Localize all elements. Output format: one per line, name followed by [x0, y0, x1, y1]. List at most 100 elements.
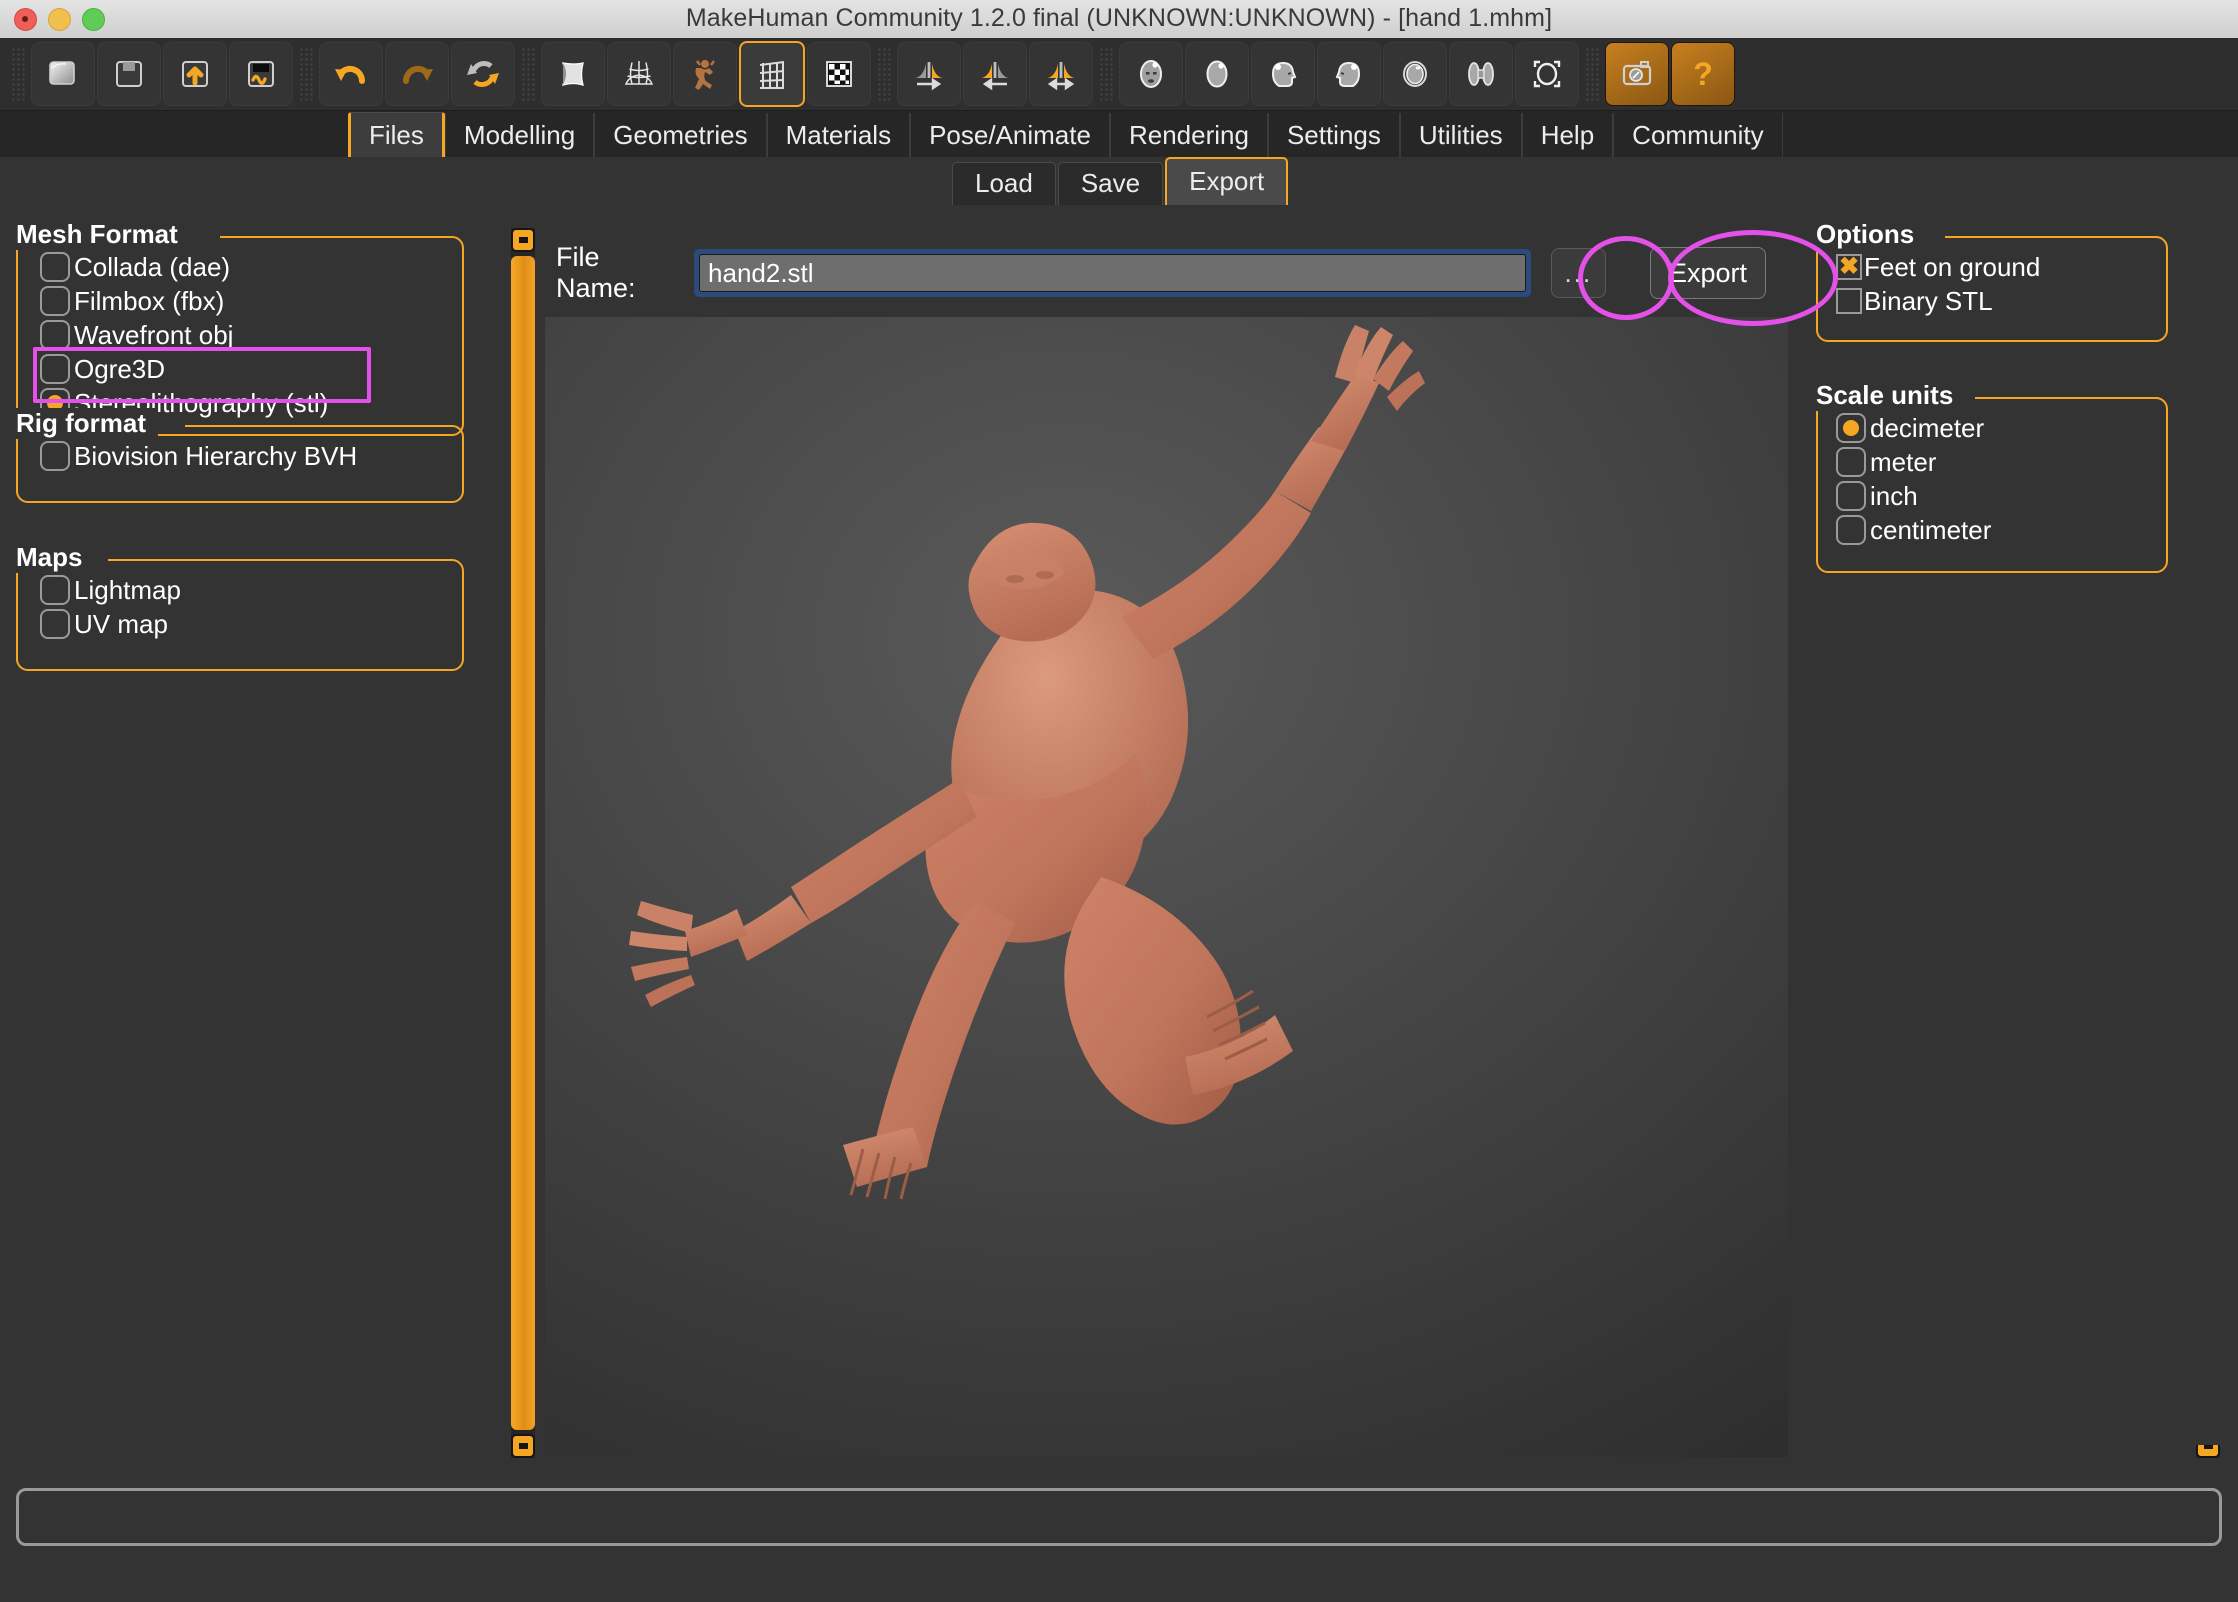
save-as-icon[interactable]: [229, 42, 293, 106]
symmetry-both-icon[interactable]: [1029, 42, 1093, 106]
toolbar-grip[interactable]: [1585, 47, 1599, 101]
right-settings-panel: Options ✖ Feet on ground ✖ Binary STL Sc…: [1800, 205, 2220, 1445]
tab-geometries[interactable]: Geometries: [594, 113, 767, 157]
tab-rendering[interactable]: Rendering: [1109, 113, 1268, 157]
view-side-pair-icon[interactable]: [1449, 42, 1513, 106]
reset-mesh-icon[interactable]: [451, 42, 515, 106]
file-name-input[interactable]: [699, 254, 1526, 292]
grid-icon[interactable]: [739, 41, 805, 107]
symmetry-right-icon[interactable]: [897, 42, 961, 106]
view-back-head-icon[interactable]: [1317, 42, 1381, 106]
view-side-head-icon[interactable]: [1251, 42, 1315, 106]
option-biovision-hierarchy-bvh[interactable]: Biovision Hierarchy BVH: [40, 439, 462, 473]
model-leg-left: [873, 901, 1015, 1167]
radio-icon[interactable]: [40, 354, 70, 384]
tab-pose-animate[interactable]: Pose/Animate: [910, 113, 1110, 157]
wireframe-globe-icon[interactable]: [607, 42, 671, 106]
scroll-up-button[interactable]: [511, 228, 535, 252]
radio-icon[interactable]: [1836, 481, 1866, 511]
radio-icon[interactable]: [40, 575, 70, 605]
model-arm-upper-right: [1121, 491, 1311, 659]
option-feet-on-ground[interactable]: ✖ Feet on ground: [1836, 250, 2166, 284]
view-frame-icon[interactable]: [1515, 42, 1579, 106]
undo-icon[interactable]: [319, 42, 383, 106]
model-forearm-left: [735, 895, 811, 961]
group-title-options: Options: [1816, 219, 1927, 250]
tab-help[interactable]: Help: [1521, 113, 1614, 157]
export-file-row: File Name: ... Export: [556, 242, 1766, 303]
option-label: Lightmap: [74, 574, 181, 605]
subtab-load[interactable]: Load: [952, 162, 1056, 205]
window-title-bar: MakeHuman Community 1.2.0 final (UNKNOWN…: [0, 0, 2238, 39]
tab-files[interactable]: Files: [348, 112, 445, 157]
tab-settings[interactable]: Settings: [1267, 113, 1400, 157]
option-meter[interactable]: meter: [1836, 445, 2166, 479]
radio-icon[interactable]: [1836, 515, 1866, 545]
checker-texture-icon[interactable]: [807, 42, 871, 106]
scrollbar-thumb[interactable]: [511, 256, 535, 1430]
option-wavefront-obj[interactable]: Wavefront obj: [40, 318, 462, 352]
radio-icon[interactable]: [40, 252, 70, 282]
redo-icon[interactable]: [385, 42, 449, 106]
option-centimeter[interactable]: centimeter: [1836, 513, 2166, 547]
export-button[interactable]: Export: [1649, 247, 1766, 299]
browse-button[interactable]: ...: [1550, 248, 1606, 298]
radio-icon[interactable]: [40, 320, 70, 350]
pose-figure-icon[interactable]: [673, 42, 737, 106]
toolbar-grip[interactable]: [521, 47, 535, 101]
smooth-shading-icon[interactable]: [541, 42, 605, 106]
group-box-maps: Lightmap UV map: [16, 557, 464, 671]
3d-model-viewport[interactable]: [545, 317, 1788, 1457]
radio-icon[interactable]: [1836, 413, 1866, 443]
toolbar-grip[interactable]: [11, 47, 25, 101]
toolbar-grip[interactable]: [877, 47, 891, 101]
option-label: UV map: [74, 608, 168, 639]
toolbar-grip[interactable]: [299, 47, 313, 101]
view-top-head-icon[interactable]: [1185, 42, 1249, 106]
option-filmbox-fbx[interactable]: Filmbox (fbx): [40, 284, 462, 318]
new-document-icon[interactable]: [31, 42, 95, 106]
checkbox-icon[interactable]: ✖: [1836, 254, 1862, 280]
option-label: decimeter: [1870, 412, 1985, 443]
option-label: meter: [1870, 446, 1937, 477]
sub-tab-bar[interactable]: Load Save Export: [0, 157, 2238, 205]
option-uv-map[interactable]: UV map: [40, 607, 462, 641]
option-label: inch: [1870, 480, 1918, 511]
checkbox-icon[interactable]: ✖: [1836, 288, 1862, 314]
radio-icon[interactable]: [40, 441, 70, 471]
main-tab-bar[interactable]: Files Modelling Geometries Materials Pos…: [0, 111, 2238, 157]
model-finger: [637, 901, 693, 933]
tab-modelling[interactable]: Modelling: [444, 113, 595, 157]
view-front-face-icon[interactable]: [1119, 42, 1183, 106]
radio-icon[interactable]: [40, 609, 70, 639]
option-label: Binary STL: [1864, 285, 1993, 316]
help-icon[interactable]: ?: [1671, 42, 1735, 106]
option-collada-dae[interactable]: Collada (dae): [40, 250, 462, 284]
radio-icon[interactable]: [40, 286, 70, 316]
option-lightmap[interactable]: Lightmap: [40, 573, 462, 607]
toolbar-grip[interactable]: [1099, 47, 1113, 101]
option-decimeter[interactable]: decimeter: [1836, 411, 2166, 445]
subtab-save[interactable]: Save: [1057, 162, 1164, 205]
save-document-icon[interactable]: [97, 42, 161, 106]
option-ogre3d[interactable]: Ogre3D: [40, 352, 462, 386]
view-top-icon[interactable]: [1383, 42, 1447, 106]
subtab-export[interactable]: Export: [1165, 157, 1289, 205]
tab-utilities[interactable]: Utilities: [1399, 113, 1522, 157]
left-viewport-scrollbar[interactable]: [511, 228, 535, 1458]
status-bar: [16, 1488, 2222, 1546]
grab-screen-icon[interactable]: [1605, 42, 1669, 106]
radio-icon[interactable]: [1836, 447, 1866, 477]
group-title-rig-format: Rig format: [16, 408, 158, 439]
file-name-label: File Name:: [556, 242, 636, 303]
main-toolbar: ?: [0, 38, 2238, 111]
tab-community[interactable]: Community: [1613, 113, 1783, 157]
symmetry-left-icon[interactable]: [963, 42, 1027, 106]
option-inch[interactable]: inch: [1836, 479, 2166, 513]
load-document-icon[interactable]: [163, 42, 227, 106]
file-name-field-wrapper[interactable]: [694, 249, 1531, 297]
option-binary-stl[interactable]: ✖ Binary STL: [1836, 284, 2166, 318]
group-box-scale-units: decimeter meter inch centimeter: [1816, 395, 2168, 573]
tab-materials[interactable]: Materials: [766, 113, 911, 157]
scroll-down-button[interactable]: [511, 1434, 535, 1458]
